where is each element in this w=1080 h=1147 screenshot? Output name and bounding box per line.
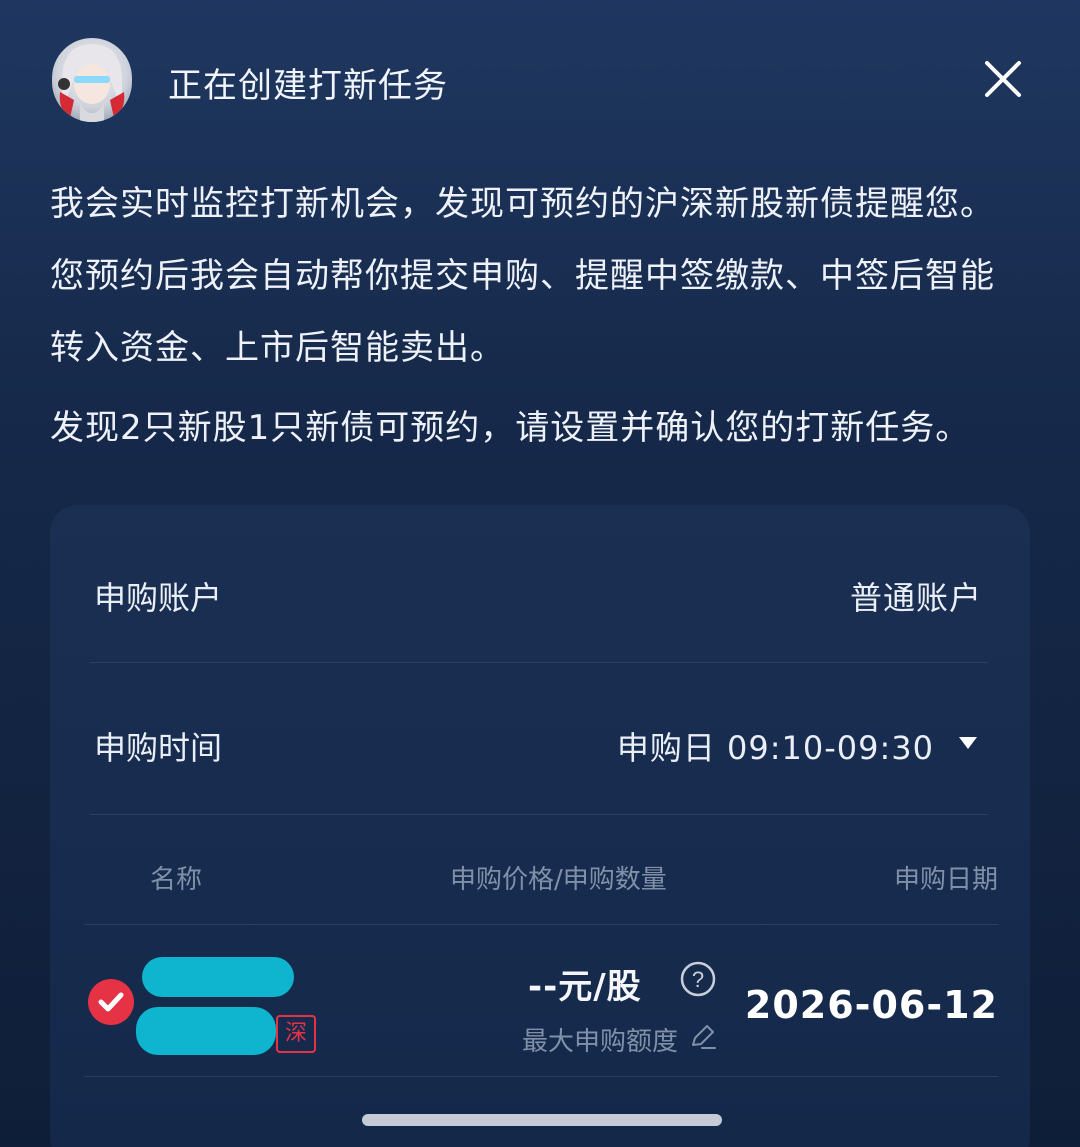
subscription-date: 2026-06-12 (744, 983, 998, 1027)
intro-line: 您预约后我会自动帮你提交申购、提醒中签缴款、中签后智能 (50, 256, 995, 296)
column-header-name: 名称 (150, 865, 203, 895)
intro-line: 转入资金、上市后智能卖出。 (50, 328, 505, 368)
column-header-date: 申购日期 (893, 865, 998, 895)
svg-text:?: ? (692, 967, 704, 992)
time-value: 申购日 09:10-09:30 (616, 729, 934, 767)
subscription-price: --元/股 (528, 967, 642, 1007)
table-row[interactable]: 深 --元/股 ? 最大申购额度 2026-06-12 (84, 925, 998, 1077)
edit-pencil-icon[interactable] (688, 1021, 718, 1051)
intro-line: 我会实时监控打新机会，发现可预约的沪深新股新债提醒您。 (50, 184, 995, 224)
time-label: 申购时间 (94, 729, 223, 767)
task-card: 申购账户 普通账户 申购时间 申购日 09:10-09:30 名称 申购价格/申… (50, 505, 1030, 1147)
column-header-price: 申购价格/申购数量 (450, 865, 667, 895)
redacted-name (142, 957, 294, 997)
assistant-avatar (52, 38, 132, 122)
home-indicator[interactable] (362, 1114, 722, 1126)
checkbox-checked[interactable] (88, 979, 134, 1025)
intro-text: 我会实时监控打新机会，发现可预约的沪深新股新债提醒您。 您预约后我会自动帮你提交… (50, 168, 1040, 384)
caret-down-icon[interactable] (958, 735, 978, 749)
close-icon[interactable] (982, 58, 1024, 100)
account-value: 普通账户 (849, 579, 982, 617)
account-row[interactable]: 申购账户 普通账户 (90, 513, 988, 663)
time-row[interactable]: 申购时间 申购日 09:10-09:30 (90, 663, 988, 815)
header: 正在创建打新任务 (0, 0, 1080, 160)
table-header: 名称 申购价格/申购数量 申购日期 (84, 815, 998, 925)
help-icon[interactable]: ? (680, 961, 716, 997)
check-icon (98, 992, 124, 1012)
found-summary: 发现2只新股1只新债可预约，请设置并确认您的打新任务。 (50, 408, 971, 448)
redacted-code (136, 1007, 276, 1055)
page-title: 正在创建打新任务 (168, 66, 448, 106)
max-subscription-label[interactable]: 最大申购额度 (522, 1021, 678, 1058)
market-tag: 深 (276, 1015, 316, 1053)
account-label: 申购账户 (94, 579, 223, 617)
